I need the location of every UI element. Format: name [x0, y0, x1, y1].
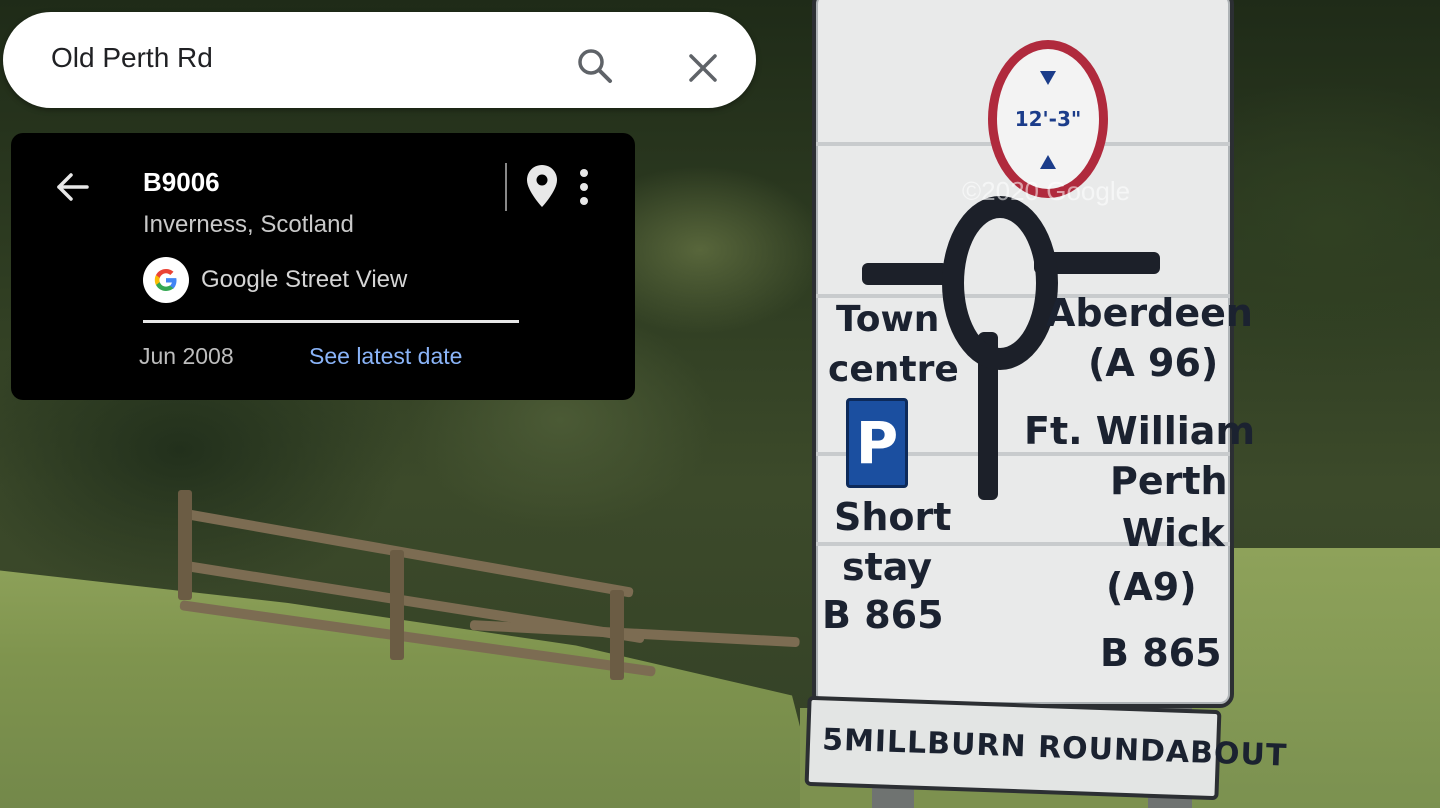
place-title: B9006 — [143, 167, 220, 197]
sign-text-town: Town — [836, 299, 940, 340]
sign-text-stay: stay — [842, 545, 933, 589]
road-arm-left — [862, 263, 948, 285]
sign-text-b865-right: B 865 — [1100, 631, 1222, 675]
height-limit-disc: 12'-3" — [988, 40, 1108, 198]
sign-text-short: Short — [834, 495, 952, 539]
sign-text-centre: centre — [828, 349, 959, 390]
wooden-fence — [170, 490, 810, 690]
sign-text-a96: (A 96) — [1088, 341, 1219, 385]
see-latest-date-link[interactable]: See latest date — [309, 343, 462, 370]
parking-sign: P — [846, 398, 908, 488]
roundabout-symbol — [942, 196, 1058, 370]
street-view-panorama[interactable]: 12'-3" ©2020 Google Town centre P Short … — [0, 0, 1440, 808]
sign-text-ft-william: Ft. William — [1024, 409, 1256, 453]
close-icon[interactable] — [683, 48, 723, 88]
height-limit-value: 12'-3" — [1014, 107, 1082, 131]
place-info-card: B9006 Inverness, Scotland Google Street … — [11, 133, 635, 400]
copyright-watermark: ©2020 Google — [962, 176, 1131, 206]
search-input[interactable]: Old Perth Rd — [51, 42, 213, 74]
google-logo-icon — [143, 257, 189, 303]
sign-text-perth: Perth — [1110, 459, 1228, 503]
search-icon[interactable] — [575, 46, 615, 86]
place-subtitle: Inverness, Scotland — [143, 211, 354, 238]
search-bar[interactable]: Old Perth Rd — [3, 12, 756, 108]
roundabout-name-sign: 5MILLBURN ROUNDABOUT — [804, 695, 1288, 801]
capture-date: Jun 2008 — [139, 343, 234, 369]
roundabout-name: 5MILLBURN ROUNDABOUT — [821, 722, 1288, 774]
imagery-source: Google Street View — [201, 266, 408, 293]
sign-text-a9: (A9) — [1106, 565, 1197, 609]
timeline-bar[interactable] — [143, 320, 519, 323]
card-divider — [505, 163, 507, 211]
sign-text-b865-left: B 865 — [822, 593, 944, 637]
sign-text-aberdeen: Aberdeen — [1046, 291, 1253, 335]
map-pin-icon[interactable] — [524, 163, 560, 209]
more-options-icon[interactable] — [572, 165, 596, 209]
sign-text-wick: Wick — [1122, 511, 1225, 555]
back-arrow-icon[interactable] — [53, 167, 93, 207]
